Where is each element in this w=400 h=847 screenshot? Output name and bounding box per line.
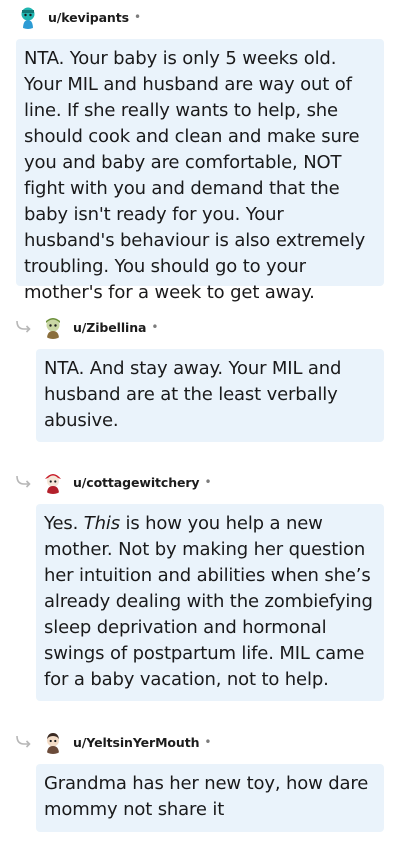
comment-body: NTA. Your baby is only 5 weeks old. Your… [16,39,384,303]
comment-body: NTA. And stay away. Your MIL and husband… [36,349,384,442]
reply-arrow-icon [16,320,31,333]
username[interactable]: u/YeltsinYerMouth [73,735,199,750]
comment-header: u/cottagewitchery • [15,468,212,496]
red-hat-snoo-avatar-icon[interactable] [41,470,65,494]
green-snoo-avatar-icon[interactable] [41,315,65,339]
comment-text-pre: Yes. [44,513,84,534]
separator-dot: • [133,10,142,24]
username[interactable]: u/kevipants [48,10,129,25]
comment-header: u/YeltsinYerMouth • [15,728,211,756]
username[interactable]: u/cottagewitchery [73,475,200,490]
comment-text-emphasis: This [83,513,120,534]
comment-header: u/kevipants • [16,3,141,31]
comment-text: Yes. This is how you help a new mother. … [44,511,376,693]
comment-body: Yes. This is how you help a new mother. … [36,504,384,701]
separator-dot: • [204,735,212,749]
username[interactable]: u/Zibellina [73,320,146,335]
comment-text: Grandma has her new toy, how dare mommy … [44,773,369,820]
dark-hair-snoo-avatar-icon[interactable] [41,730,65,754]
reply-arrow-icon [16,475,31,488]
separator-dot: • [151,320,159,334]
comment-body: Grandma has her new toy, how dare mommy … [36,764,384,832]
separator-dot: • [204,475,212,489]
teal-snoo-avatar-icon[interactable] [16,5,40,29]
comment-text-post: is how you help a new mother. Not by mak… [44,513,373,690]
comment-header: u/Zibellina • [15,313,158,341]
reply-arrow-icon [16,735,31,748]
comment-text: NTA. Your baby is only 5 weeks old. Your… [24,48,366,303]
comment-text: NTA. And stay away. Your MIL and husband… [44,358,342,431]
